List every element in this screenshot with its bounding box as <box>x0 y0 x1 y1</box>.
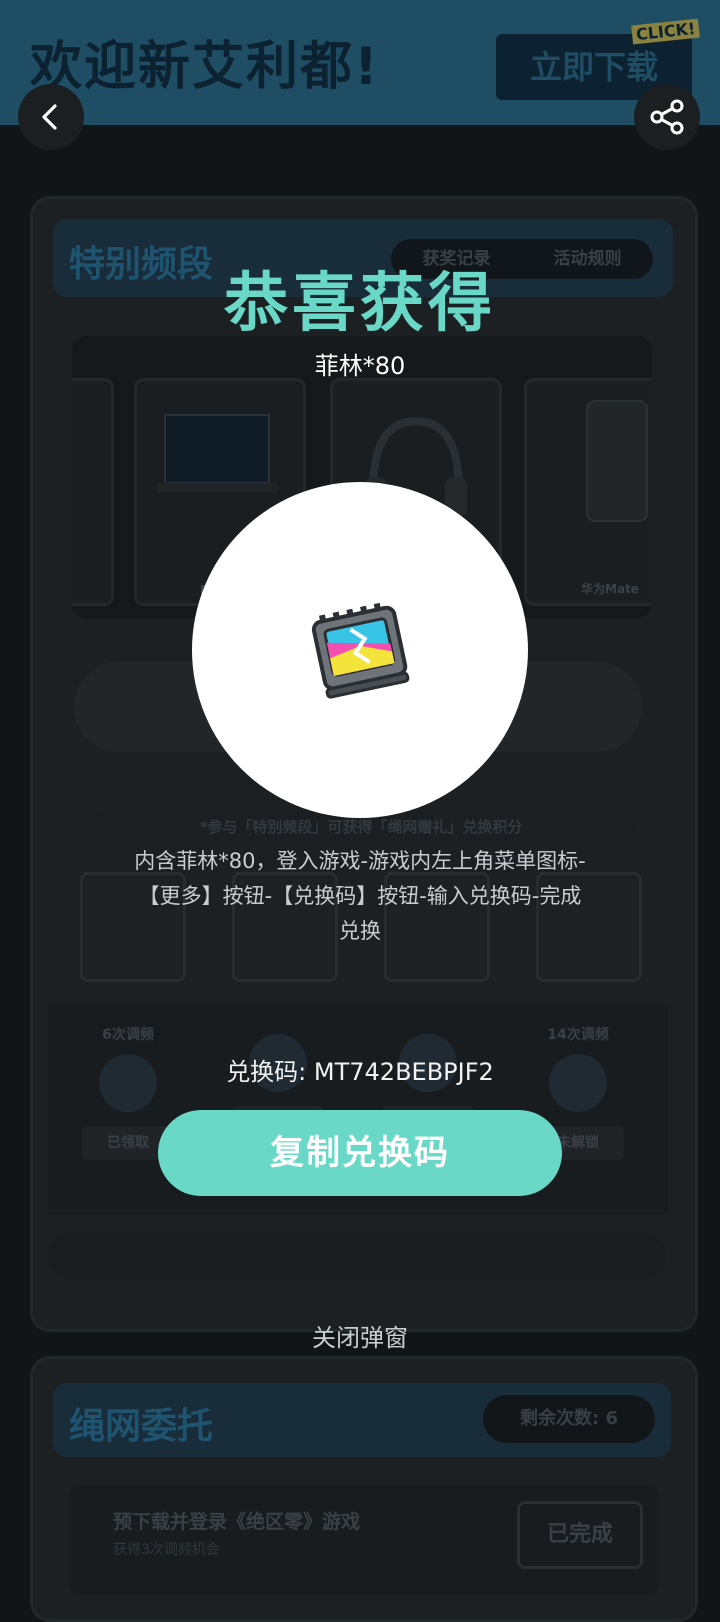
section2-title: 绳网委托 <box>69 1406 214 1447</box>
phone-icon <box>586 400 648 522</box>
banner-headline: 欢迎新艾利都! <box>30 37 380 97</box>
prize-card: 1 <box>72 378 114 606</box>
task-title: 预下载并登录《绝区零》游戏 <box>113 1511 361 1533</box>
prize-card: 华为Mate <box>524 378 652 606</box>
expand-bar <box>48 1232 666 1278</box>
task-row: 预下载并登录《绝区零》游戏 获得3次调频机会 已完成 <box>69 1485 659 1595</box>
task-subtitle: 获得3次调频机会 <box>113 1542 220 1558</box>
panel2-header: 绳网委托 剩余次数: 6 <box>53 1383 671 1457</box>
modal-title: 恭喜获得 <box>224 267 496 341</box>
chevron-left-icon <box>42 104 57 130</box>
back-button[interactable] <box>18 84 84 150</box>
task-status-button: 已完成 <box>517 1501 643 1569</box>
copy-code-button[interactable]: 复制兑换码 <box>158 1110 562 1196</box>
redeem-instructions: 内含菲林*80，登入游戏-游戏内左上角菜单图标-【更多】按钮-【兑换码】按钮-输… <box>134 849 586 943</box>
remaining-count: 剩余次数: 6 <box>483 1395 655 1443</box>
prize-card-label: 1 <box>72 583 111 597</box>
redeem-code: 兑换码: MT742BEBPJF2 <box>226 1058 494 1086</box>
share-icon <box>650 99 684 135</box>
prize-card-label: 华为Mate <box>581 582 639 596</box>
share-button[interactable] <box>634 84 700 150</box>
prize-image <box>192 482 528 818</box>
rope-net-panel: 绳网委托 剩余次数: 6 预下载并登录《绝区零》游戏 获得3次调频机会 已完成 <box>30 1356 698 1622</box>
film-ticket-icon <box>311 602 410 699</box>
tier-label: 6次调频 <box>102 1027 154 1043</box>
prize-name: 菲林*80 <box>314 352 406 380</box>
close-modal-button[interactable]: 关闭弹窗 <box>0 1318 720 1353</box>
tier-label: 14次调频 <box>547 1027 609 1043</box>
promo-banner: 欢迎新艾利都! 立即下载 CLICK! <box>0 0 720 125</box>
